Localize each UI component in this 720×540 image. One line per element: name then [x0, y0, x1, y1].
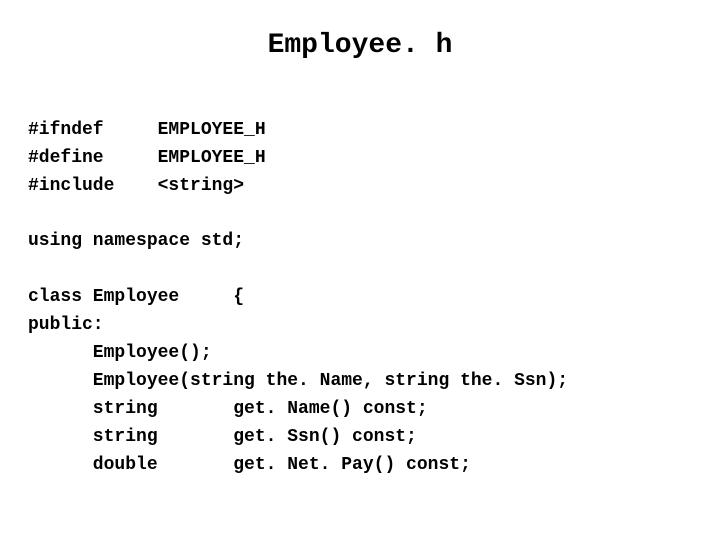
code-line: Employee();	[28, 343, 212, 363]
code-block: #ifndef EMPLOYEE_H #define EMPLOYEE_H #i…	[28, 89, 692, 507]
code-line: #ifndef EMPLOYEE_H	[28, 120, 266, 140]
code-line: class Employee {	[28, 287, 244, 307]
code-line: double get. Net. Pay() const;	[28, 455, 471, 475]
page-title: Employee. h	[28, 30, 692, 61]
code-line: Employee(string the. Name, string the. S…	[28, 371, 568, 391]
code-line: #define EMPLOYEE_H	[28, 148, 266, 168]
code-line: using namespace std;	[28, 231, 244, 251]
code-line: string get. Name() const;	[28, 399, 428, 419]
slide: Employee. h #ifndef EMPLOYEE_H #define E…	[0, 0, 720, 540]
code-line: #include <string>	[28, 176, 244, 196]
code-line: string get. Ssn() const;	[28, 427, 417, 447]
code-line: public:	[28, 315, 104, 335]
